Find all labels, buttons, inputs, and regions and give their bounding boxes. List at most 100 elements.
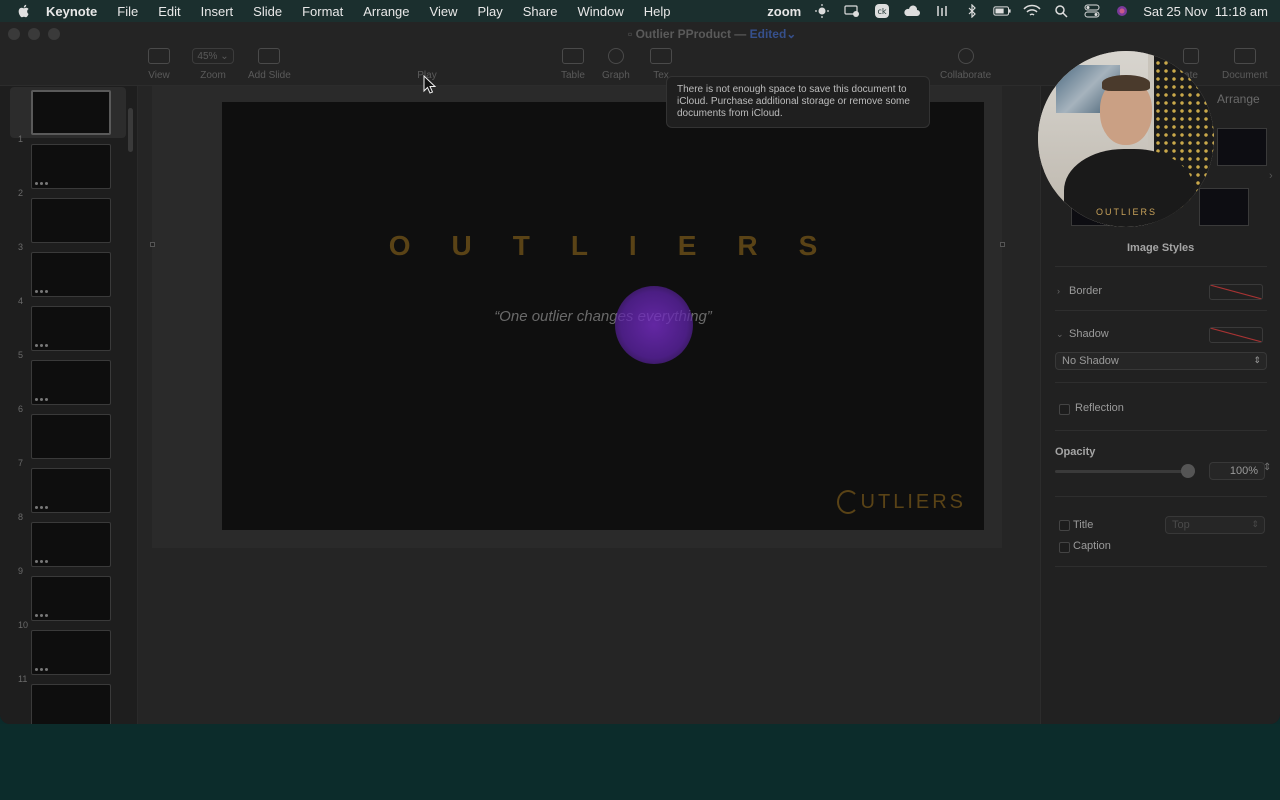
document-name: Outlier PProduct xyxy=(635,27,731,41)
document-title[interactable]: ▫ Outlier PProduct — Edited⌄ xyxy=(628,27,796,41)
siri-icon[interactable] xyxy=(1113,4,1131,18)
slide-thumbnail[interactable] xyxy=(0,684,137,724)
slide-thumbnail[interactable]: 11 xyxy=(0,630,137,684)
close-window-button[interactable] xyxy=(8,28,20,40)
menu-share[interactable]: Share xyxy=(523,4,558,19)
title-label: Title xyxy=(1073,519,1094,531)
control-center-icon[interactable] xyxy=(1083,4,1101,18)
shadow-style-swatch[interactable] xyxy=(1209,327,1263,343)
apple-icon[interactable] xyxy=(16,3,32,19)
opacity-slider[interactable] xyxy=(1055,470,1195,473)
logo-wordmark: UTLIERS xyxy=(860,490,966,513)
slide-thumbnail[interactable]: 4 xyxy=(0,252,137,306)
icloud-notice-text: There is not enough space to save this d… xyxy=(677,84,910,119)
slide-number: 7 xyxy=(18,458,24,468)
collaborate-icon xyxy=(957,48,974,64)
cloud-upload-icon[interactable] xyxy=(903,4,921,18)
caption-label: Caption xyxy=(1073,540,1111,552)
outliers-logo[interactable]: UTLIERS xyxy=(836,490,966,514)
add-slide-button[interactable]: Add Slide xyxy=(248,48,291,81)
slide-title[interactable]: OUTLIERS xyxy=(222,230,984,262)
reflection-label: Reflection xyxy=(1075,402,1124,414)
battery-icon[interactable] xyxy=(993,4,1011,18)
slide-thumbnail[interactable]: 10 xyxy=(0,576,137,630)
menu-edit[interactable]: Edit xyxy=(158,4,180,19)
tab-arrange[interactable]: Arrange xyxy=(1217,92,1260,106)
chevron-right-icon[interactable]: › xyxy=(1269,170,1273,182)
slide-tagline[interactable]: “One outlier changes everything” xyxy=(222,308,984,325)
title-position-select[interactable]: Top ⇕ xyxy=(1165,516,1265,534)
slide-number: 8 xyxy=(18,512,24,522)
slide-navigator[interactable]: 1 2 3 4 5 6 7 8 9 10 11 xyxy=(0,86,138,724)
opacity-field[interactable]: 100% xyxy=(1209,462,1265,480)
title-checkbox[interactable] xyxy=(1059,520,1070,531)
zoom-select[interactable]: 45% ⌄ xyxy=(192,48,234,64)
slide-thumbnail[interactable]: 6 xyxy=(0,360,137,414)
webcam-overlay[interactable]: OUTLIERS xyxy=(1038,51,1214,227)
chevron-down-icon[interactable]: ⌄ xyxy=(1056,329,1064,340)
shirt-logo: OUTLIERS xyxy=(1096,207,1158,217)
slide-stage: OUTLIERS “One outlier changes everything… xyxy=(150,86,1005,548)
current-slide[interactable]: OUTLIERS “One outlier changes everything… xyxy=(222,102,984,530)
stepper-icon[interactable]: ⇕ xyxy=(1263,462,1271,473)
slide-canvas[interactable]: OUTLIERS “One outlier changes everything… xyxy=(138,86,1040,724)
menu-play[interactable]: Play xyxy=(477,4,502,19)
menu-arrange[interactable]: Arrange xyxy=(363,4,409,19)
slide-thumbnail[interactable]: 5 xyxy=(0,306,137,360)
svg-text:ck: ck xyxy=(878,7,887,16)
slide-thumbnail[interactable]: 9 xyxy=(0,522,137,576)
bluetooth-icon[interactable] xyxy=(963,4,981,18)
reflection-checkbox[interactable] xyxy=(1059,404,1070,415)
document-icon: ▫ xyxy=(628,27,636,41)
shadow-label[interactable]: Shadow xyxy=(1069,328,1109,340)
menu-insert[interactable]: Insert xyxy=(201,4,234,19)
menu-window[interactable]: Window xyxy=(577,4,623,19)
resize-handle[interactable] xyxy=(1000,242,1005,247)
border-label[interactable]: Border xyxy=(1069,285,1102,297)
shadow-select[interactable]: No Shadow ⇕ xyxy=(1055,352,1267,370)
screen-mirror-icon[interactable] xyxy=(843,4,861,18)
menu-help[interactable]: Help xyxy=(644,4,671,19)
audio-icon[interactable] xyxy=(933,4,951,18)
sun-gear-icon[interactable] xyxy=(813,4,831,18)
graph-button[interactable]: Graph xyxy=(602,48,630,81)
caption-checkbox[interactable] xyxy=(1059,542,1070,553)
slide-thumbnail[interactable]: 2 xyxy=(0,144,137,198)
minimize-window-button[interactable] xyxy=(28,28,40,40)
search-icon[interactable] xyxy=(1053,4,1071,18)
menu-file[interactable]: File xyxy=(117,4,138,19)
menu-view[interactable]: View xyxy=(430,4,458,19)
menu-format[interactable]: Format xyxy=(302,4,343,19)
slide-thumbnail[interactable]: 1 xyxy=(0,87,137,144)
icloud-storage-notice[interactable]: There is not enough space to save this d… xyxy=(666,76,930,128)
slide-thumbnail[interactable]: 3 xyxy=(0,198,137,252)
document-edited-status[interactable]: Edited xyxy=(750,27,787,41)
resize-handle[interactable] xyxy=(150,242,155,247)
zoom-window-button[interactable] xyxy=(48,28,60,40)
menu-slide[interactable]: Slide xyxy=(253,4,282,19)
slide-thumbnail[interactable]: 8 xyxy=(0,468,137,522)
zoom-status-label[interactable]: zoom xyxy=(767,4,801,19)
zoom-control[interactable]: 45% ⌄ Zoom xyxy=(192,48,234,81)
chevron-down-icon: ⌄ xyxy=(786,27,797,41)
image-style-swatch[interactable] xyxy=(1217,128,1267,166)
slide-preview xyxy=(31,252,111,297)
wifi-icon[interactable] xyxy=(1023,4,1041,18)
chevron-right-icon[interactable]: › xyxy=(1057,286,1060,296)
document-button[interactable]: Document xyxy=(1222,48,1268,81)
slide-preview xyxy=(31,414,111,459)
slide-thumbnail[interactable]: 7 xyxy=(0,414,137,468)
menu-app-keynote[interactable]: Keynote xyxy=(46,4,97,19)
opacity-slider-knob[interactable] xyxy=(1181,464,1195,478)
collaborate-button[interactable]: Collaborate xyxy=(940,48,991,81)
updown-icon: ⇕ xyxy=(1251,519,1259,529)
border-style-swatch[interactable] xyxy=(1209,284,1263,300)
play-icon xyxy=(416,48,438,64)
slide-number: 9 xyxy=(18,566,24,576)
app-badge-icon[interactable]: ck xyxy=(873,4,891,18)
desktop-background xyxy=(0,724,1280,800)
clock-datetime[interactable]: Sat 25 Nov 11:18 am xyxy=(1143,4,1268,19)
view-button[interactable]: View xyxy=(148,48,170,81)
slide-number: 6 xyxy=(18,404,24,414)
table-button[interactable]: Table xyxy=(561,48,585,81)
